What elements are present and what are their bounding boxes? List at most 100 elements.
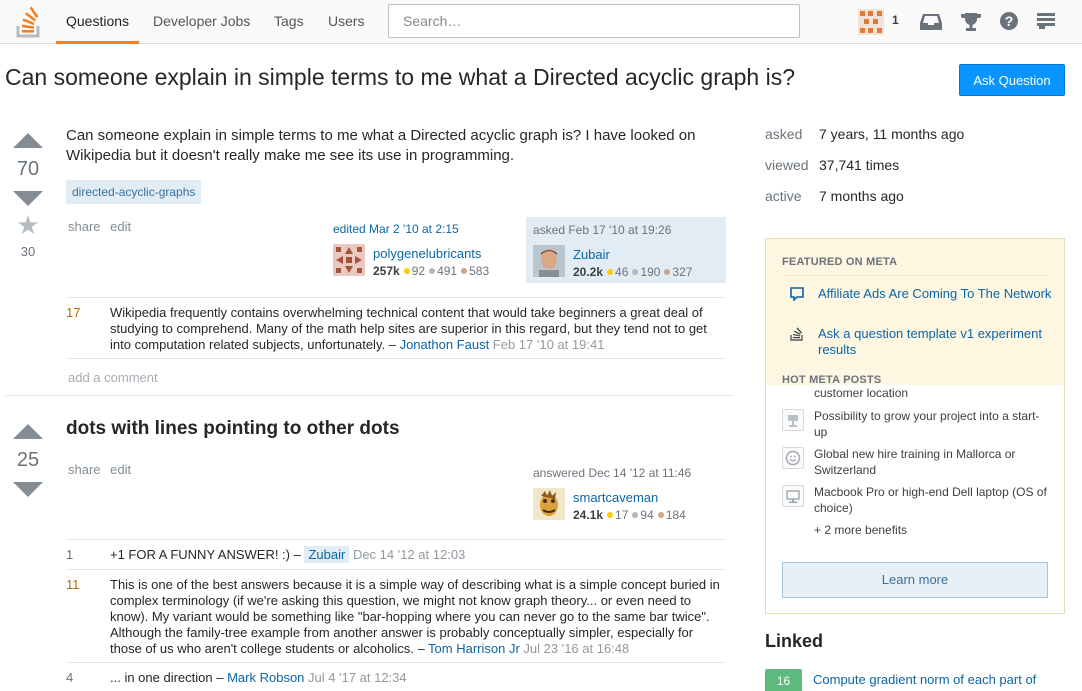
- question-post-menu: share edit: [68, 219, 137, 234]
- comment-separator: –: [413, 641, 429, 656]
- comment-time[interactable]: Jul 4 '17 at 12:34: [304, 670, 407, 685]
- top-bar: Questions Developer Jobs Tags Users 1 ?: [0, 0, 1082, 44]
- comment-divider: [66, 569, 726, 570]
- downvote-arrow-icon[interactable]: [13, 482, 43, 497]
- question-comment: 17 Wikipedia frequently contains overwhe…: [66, 305, 726, 353]
- comment-time[interactable]: Jul 23 '16 at 16:48: [520, 641, 629, 656]
- favorite-star-icon[interactable]: ★: [8, 212, 48, 238]
- answer-comment: 1 +1 FOR A FUNNY ANSWER! :) – Zubair Dec…: [66, 546, 726, 563]
- editor-gold-count: 92: [411, 264, 426, 278]
- nav-tags[interactable]: Tags: [274, 0, 304, 44]
- ask-question-button[interactable]: Ask Question: [959, 64, 1065, 96]
- answerer-signature: answered Dec 14 '12 at 11:46 smartcavema…: [533, 466, 723, 524]
- stat-viewed-value: 37,741 times: [819, 157, 900, 173]
- comment-time[interactable]: Feb 17 '10 at 19:41: [489, 337, 605, 352]
- featured-post-link[interactable]: Ask a question template v1 experiment re…: [818, 326, 1054, 358]
- favorite-count: 30: [20, 244, 36, 259]
- comment-user-link[interactable]: Jonathon Faust: [400, 337, 490, 352]
- edit-link[interactable]: edit: [110, 462, 131, 477]
- question-title[interactable]: Can someone explain in simple terms to m…: [5, 64, 795, 91]
- learn-more-button[interactable]: Learn more: [782, 562, 1048, 598]
- user-avatar-icon[interactable]: [858, 9, 884, 35]
- search-input[interactable]: [388, 4, 800, 38]
- answerer-rep-score: 24.1k: [573, 508, 604, 522]
- bronze-badge-icon: [657, 512, 664, 519]
- tag-directed-acyclic-graphs[interactable]: directed-acyclic-graphs: [66, 180, 202, 204]
- answerer-username[interactable]: smartcaveman: [573, 490, 658, 505]
- desk-icon: [782, 409, 804, 431]
- question-body: Can someone explain in simple terms to m…: [66, 127, 696, 164]
- answer-comment: 11 This is one of the best answers becau…: [66, 577, 726, 657]
- answer-vote-count: 25: [16, 449, 40, 471]
- asker-bronze-count: 327: [672, 265, 693, 279]
- asker-rep-score: 20.2k: [573, 265, 604, 279]
- laptop-icon: [782, 485, 804, 507]
- editor-avatar[interactable]: [333, 244, 365, 276]
- comment-user-link[interactable]: Mark Robson: [227, 670, 304, 685]
- asker-avatar[interactable]: [533, 245, 565, 277]
- upvote-arrow-icon[interactable]: [13, 424, 43, 439]
- linked-question-score[interactable]: 16: [765, 669, 802, 691]
- comment-score: 1: [66, 547, 74, 562]
- achievements-trophy-icon[interactable]: [960, 11, 982, 33]
- help-icon[interactable]: ?: [999, 11, 1019, 31]
- editor-username[interactable]: polygenelubricants: [373, 246, 481, 261]
- editor-signature: edited Mar 2 '10 at 2:15 polygenelubrica…: [333, 222, 523, 280]
- share-link[interactable]: share: [68, 219, 101, 234]
- upvote-arrow-icon[interactable]: [13, 133, 43, 148]
- asked-time: asked Feb 17 '10 at 19:26: [533, 223, 672, 237]
- editor-reputation: 257k 92 491 583: [373, 264, 489, 278]
- nav-users[interactable]: Users: [328, 0, 365, 44]
- answerer-gold-count: 17: [615, 508, 629, 522]
- answer-divider: [5, 395, 733, 396]
- asker-signature: asked Feb 17 '10 at 19:26 Zubair 20.2k 46…: [526, 217, 726, 283]
- stat-active-value[interactable]: 7 months ago: [819, 188, 904, 204]
- share-link[interactable]: share: [68, 462, 101, 477]
- answered-time: answered Dec 14 '12 at 11:46: [533, 466, 692, 480]
- gold-badge-icon: [607, 269, 614, 276]
- gold-badge-icon: [403, 268, 410, 275]
- question-vote-count: 70: [16, 158, 40, 180]
- answer-heading: dots with lines pointing to other dots: [66, 418, 400, 439]
- silver-badge-icon: [429, 268, 436, 275]
- comment-separator: –: [385, 337, 400, 352]
- comment-user-link[interactable]: Zubair: [304, 546, 350, 563]
- silver-badge-icon: [632, 512, 639, 519]
- featured-divider: [782, 275, 1050, 276]
- site-switcher-menu-icon[interactable]: [1037, 13, 1055, 29]
- bronze-badge-icon: [461, 268, 468, 275]
- stat-asked-label: asked: [765, 126, 803, 142]
- asker-username[interactable]: Zubair: [573, 247, 610, 262]
- featured-post-link[interactable]: Affiliate Ads Are Coming To The Network: [818, 286, 1054, 302]
- add-comment-link[interactable]: add a comment: [68, 370, 158, 385]
- inbox-icon[interactable]: [920, 12, 942, 32]
- nav-questions[interactable]: Questions: [56, 0, 140, 44]
- featured-heading: FEATURED ON META: [782, 256, 898, 268]
- stat-asked-value[interactable]: 7 years, 11 months ago: [819, 126, 964, 142]
- comment-divider: [66, 539, 726, 540]
- comment-user-link[interactable]: Tom Harrison Jr: [428, 641, 520, 656]
- edited-time-link[interactable]: edited Mar 2 '10 at 2:15: [333, 222, 459, 236]
- stat-viewed-label: viewed: [765, 157, 809, 173]
- job-benefit-item: Possibility to grow your project into a …: [814, 409, 1040, 439]
- edit-link[interactable]: edit: [110, 219, 131, 234]
- bronze-badge-icon: [664, 269, 671, 276]
- comment-time[interactable]: Dec 14 '12 at 12:03: [349, 547, 465, 562]
- comment-text: +1 FOR A FUNNY ANSWER! :): [110, 547, 290, 562]
- downvote-arrow-icon[interactable]: [13, 191, 43, 206]
- featured-meta-panel: FEATURED ON META Affiliate Ads Are Comin…: [765, 238, 1065, 614]
- linked-question-link[interactable]: Compute gradient norm of each part of: [813, 672, 1063, 688]
- comment-separator: –: [290, 547, 305, 562]
- answer-post-menu: share edit: [68, 462, 137, 477]
- stackoverflow-logo-icon[interactable]: [16, 6, 42, 38]
- more-benefits-text: + 2 more benefits: [814, 523, 908, 537]
- answerer-reputation: 24.1k 17 94 184: [573, 508, 686, 522]
- job-benefit-item: customer location: [814, 386, 909, 400]
- answer-comment: 4 ... in one direction – Mark Robson Jul…: [66, 670, 726, 686]
- stackoverflow-small-icon: [790, 327, 803, 341]
- asker-gold-count: 46: [615, 265, 629, 279]
- comment-text: ... in one direction: [110, 670, 213, 685]
- nav-developer-jobs[interactable]: Developer Jobs: [153, 0, 250, 44]
- answerer-avatar[interactable]: [533, 488, 565, 520]
- comment-divider: [66, 358, 726, 359]
